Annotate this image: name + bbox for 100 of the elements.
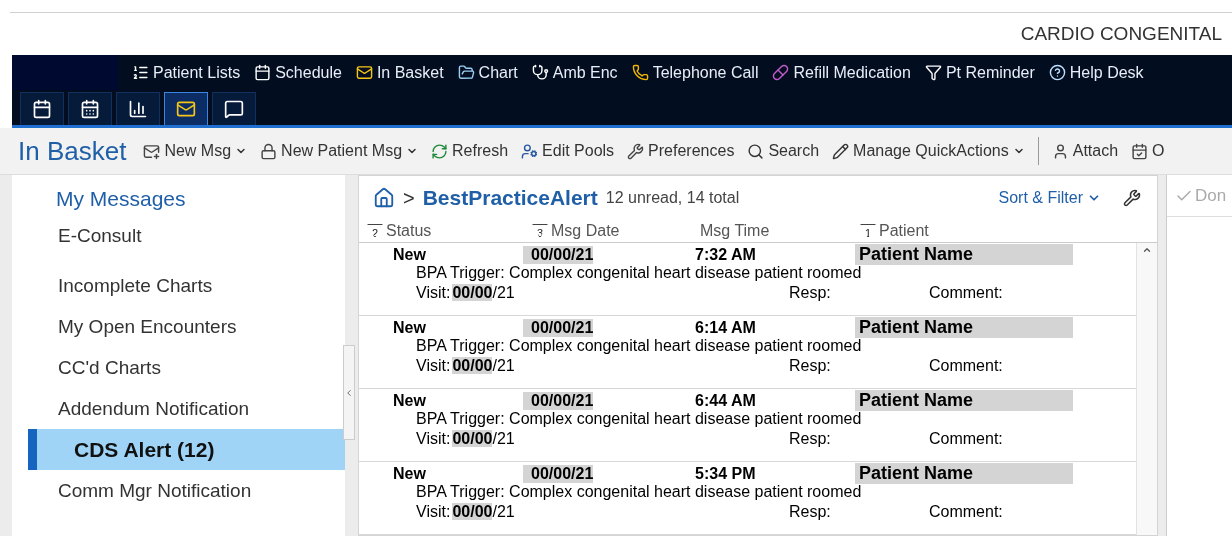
message-row[interactable]: New 00/00/21 5:34 PM Patient Name BPA Trigger: Complex congenital heart disease patient roomed Visit:00/00/21 Resp: Comment: bbox=[359, 462, 1136, 535]
column-header[interactable]: 1 Patient bbox=[860, 222, 1157, 240]
folder-item[interactable]: CC'd Charts bbox=[12, 347, 345, 388]
sort-filter-button[interactable]: Sort & Filter bbox=[998, 189, 1101, 207]
folder-item[interactable]: E-Consult bbox=[12, 215, 345, 256]
sort-order-icon: 1 bbox=[860, 223, 876, 239]
message-text: BPA Trigger: Complex congenital heart disease patient roomed bbox=[415, 264, 863, 283]
nav-link[interactable]: Amb Enc bbox=[531, 63, 618, 82]
toolbar-button[interactable]: Refresh bbox=[431, 142, 509, 160]
home-icon[interactable] bbox=[373, 187, 395, 209]
nav-link[interactable]: Pt Reminder bbox=[924, 63, 1035, 82]
visit-label: Visit: bbox=[416, 284, 451, 303]
column-label: Msg Date bbox=[551, 222, 620, 240]
message-time: 6:14 AM bbox=[695, 318, 757, 337]
bar-chart-icon bbox=[128, 99, 148, 119]
toolbar-button[interactable]: Edit Pools bbox=[521, 142, 615, 160]
visit-date: 00/00/21 bbox=[452, 503, 515, 522]
wrench-icon[interactable] bbox=[1123, 189, 1141, 207]
comment-label: Comment: bbox=[929, 284, 1004, 303]
patient-name: Patient Name bbox=[855, 244, 1073, 265]
message-status: New bbox=[393, 245, 427, 264]
refresh-icon bbox=[431, 142, 449, 160]
activity-title: In Basket bbox=[18, 135, 127, 167]
sort-order-icon: 3 bbox=[532, 223, 548, 239]
nav-link[interactable]: Schedule bbox=[254, 63, 342, 82]
toolbar-button[interactable]: Manage QuickActions bbox=[832, 142, 1025, 160]
column-header[interactable]: Msg Time bbox=[700, 222, 860, 240]
wrench-icon bbox=[627, 142, 645, 160]
toolbar-button[interactable]: Preferences bbox=[627, 142, 735, 160]
message-status: New bbox=[393, 464, 427, 483]
envelope-icon bbox=[355, 64, 373, 81]
envelope-plus-icon bbox=[143, 142, 161, 160]
visit-date: 00/00/21 bbox=[452, 284, 515, 303]
scrollbar[interactable] bbox=[1136, 243, 1157, 535]
nav-link[interactable]: Refill Medication bbox=[772, 63, 911, 82]
resp-label: Resp: bbox=[789, 357, 832, 376]
column-header[interactable]: 3 Msg Date bbox=[532, 222, 700, 240]
envelope-icon bbox=[176, 99, 196, 119]
search-icon bbox=[747, 142, 765, 160]
toolbar-button[interactable]: New Patient Msg bbox=[260, 142, 419, 160]
activity-tab[interactable] bbox=[164, 92, 208, 125]
funnel-icon bbox=[924, 64, 942, 81]
message-date: 00/00/21 bbox=[523, 245, 594, 264]
speech-bubble-icon bbox=[224, 99, 244, 119]
resp-label: Resp: bbox=[789, 503, 832, 522]
visit-label: Visit: bbox=[416, 430, 451, 449]
nav-link[interactable]: Help Desk bbox=[1048, 63, 1144, 82]
scroll-up-icon[interactable] bbox=[1142, 245, 1152, 255]
sort-order-icon: 2 bbox=[367, 223, 383, 239]
message-text: BPA Trigger: Complex congenital heart disease patient roomed bbox=[415, 410, 863, 429]
nav-link[interactable]: Telephone Call bbox=[631, 63, 759, 82]
folder-item[interactable]: Incomplete Charts bbox=[12, 265, 345, 306]
sidebar-heading: My Messages bbox=[55, 186, 187, 212]
resp-label: Resp: bbox=[789, 284, 832, 303]
toolbar-button[interactable]: Search bbox=[747, 142, 820, 160]
folder-item[interactable]: Addendum Notification bbox=[12, 388, 345, 429]
message-row[interactable]: New 00/00/21 6:14 AM Patient Name BPA Trigger: Complex congenital heart disease patient roomed Visit:00/00/21 Resp: Comment: bbox=[359, 316, 1136, 389]
lock-icon bbox=[260, 142, 278, 160]
folder-icon bbox=[457, 64, 475, 81]
collapse-handle[interactable] bbox=[343, 345, 355, 440]
nav-link[interactable]: In Basket bbox=[355, 63, 444, 82]
patient-name: Patient Name bbox=[855, 463, 1073, 484]
toolbar-button[interactable]: O bbox=[1131, 142, 1165, 160]
pencil-icon bbox=[832, 142, 850, 160]
department-name: CARDIO CONGENITAL bbox=[1020, 23, 1222, 45]
activity-tab[interactable] bbox=[20, 92, 64, 125]
activity-tab[interactable] bbox=[68, 92, 112, 125]
chevron-left-icon bbox=[344, 387, 354, 398]
calendar-check-icon bbox=[1131, 142, 1149, 160]
calendar-icon bbox=[32, 99, 52, 119]
phone-icon bbox=[631, 64, 649, 81]
visit-label: Visit: bbox=[416, 357, 451, 376]
message-status: New bbox=[393, 391, 427, 410]
toolbar-button[interactable]: New Msg bbox=[143, 142, 248, 160]
folder-item[interactable]: My Open Encounters bbox=[12, 306, 345, 347]
user-gear-icon bbox=[521, 142, 539, 160]
toolbar-button[interactable]: Attach bbox=[1051, 142, 1119, 160]
message-time: 5:34 PM bbox=[695, 464, 757, 483]
folder-item[interactable]: Comm Mgr Notification bbox=[12, 470, 345, 511]
message-row[interactable]: New 00/00/21 7:32 AM Patient Name BPA Trigger: Complex congenital heart disease patient roomed Visit:00/00/21 Resp: Comment: bbox=[359, 243, 1136, 316]
message-row[interactable]: New 00/00/21 6:44 AM Patient Name BPA Trigger: Complex congenital heart disease patient roomed Visit:00/00/21 Resp: Comment: bbox=[359, 389, 1136, 462]
message-time: 6:44 AM bbox=[695, 391, 757, 410]
column-label: Patient bbox=[879, 222, 929, 240]
column-label: Msg Time bbox=[700, 222, 770, 240]
message-date: 00/00/21 bbox=[523, 464, 594, 483]
comment-label: Comment: bbox=[929, 357, 1004, 376]
activity-tab[interactable] bbox=[116, 92, 160, 125]
nav-link[interactable]: Chart bbox=[457, 63, 518, 82]
message-time: 7:32 AM bbox=[695, 245, 757, 264]
patient-name: Patient Name bbox=[855, 390, 1073, 411]
folder-item[interactable]: CDS Alert (12) bbox=[28, 429, 345, 470]
activity-tab[interactable] bbox=[212, 92, 256, 125]
pill-icon bbox=[772, 64, 790, 81]
visit-date: 00/00/21 bbox=[452, 357, 515, 376]
message-status: New bbox=[393, 318, 427, 337]
message-counts: 12 unread, 14 total bbox=[605, 189, 740, 207]
nav-link[interactable]: Patient Lists bbox=[132, 63, 241, 82]
help-icon bbox=[1048, 64, 1066, 81]
message-text: BPA Trigger: Complex congenital heart disease patient roomed bbox=[415, 483, 863, 502]
column-header[interactable]: 2 Status bbox=[367, 222, 532, 240]
